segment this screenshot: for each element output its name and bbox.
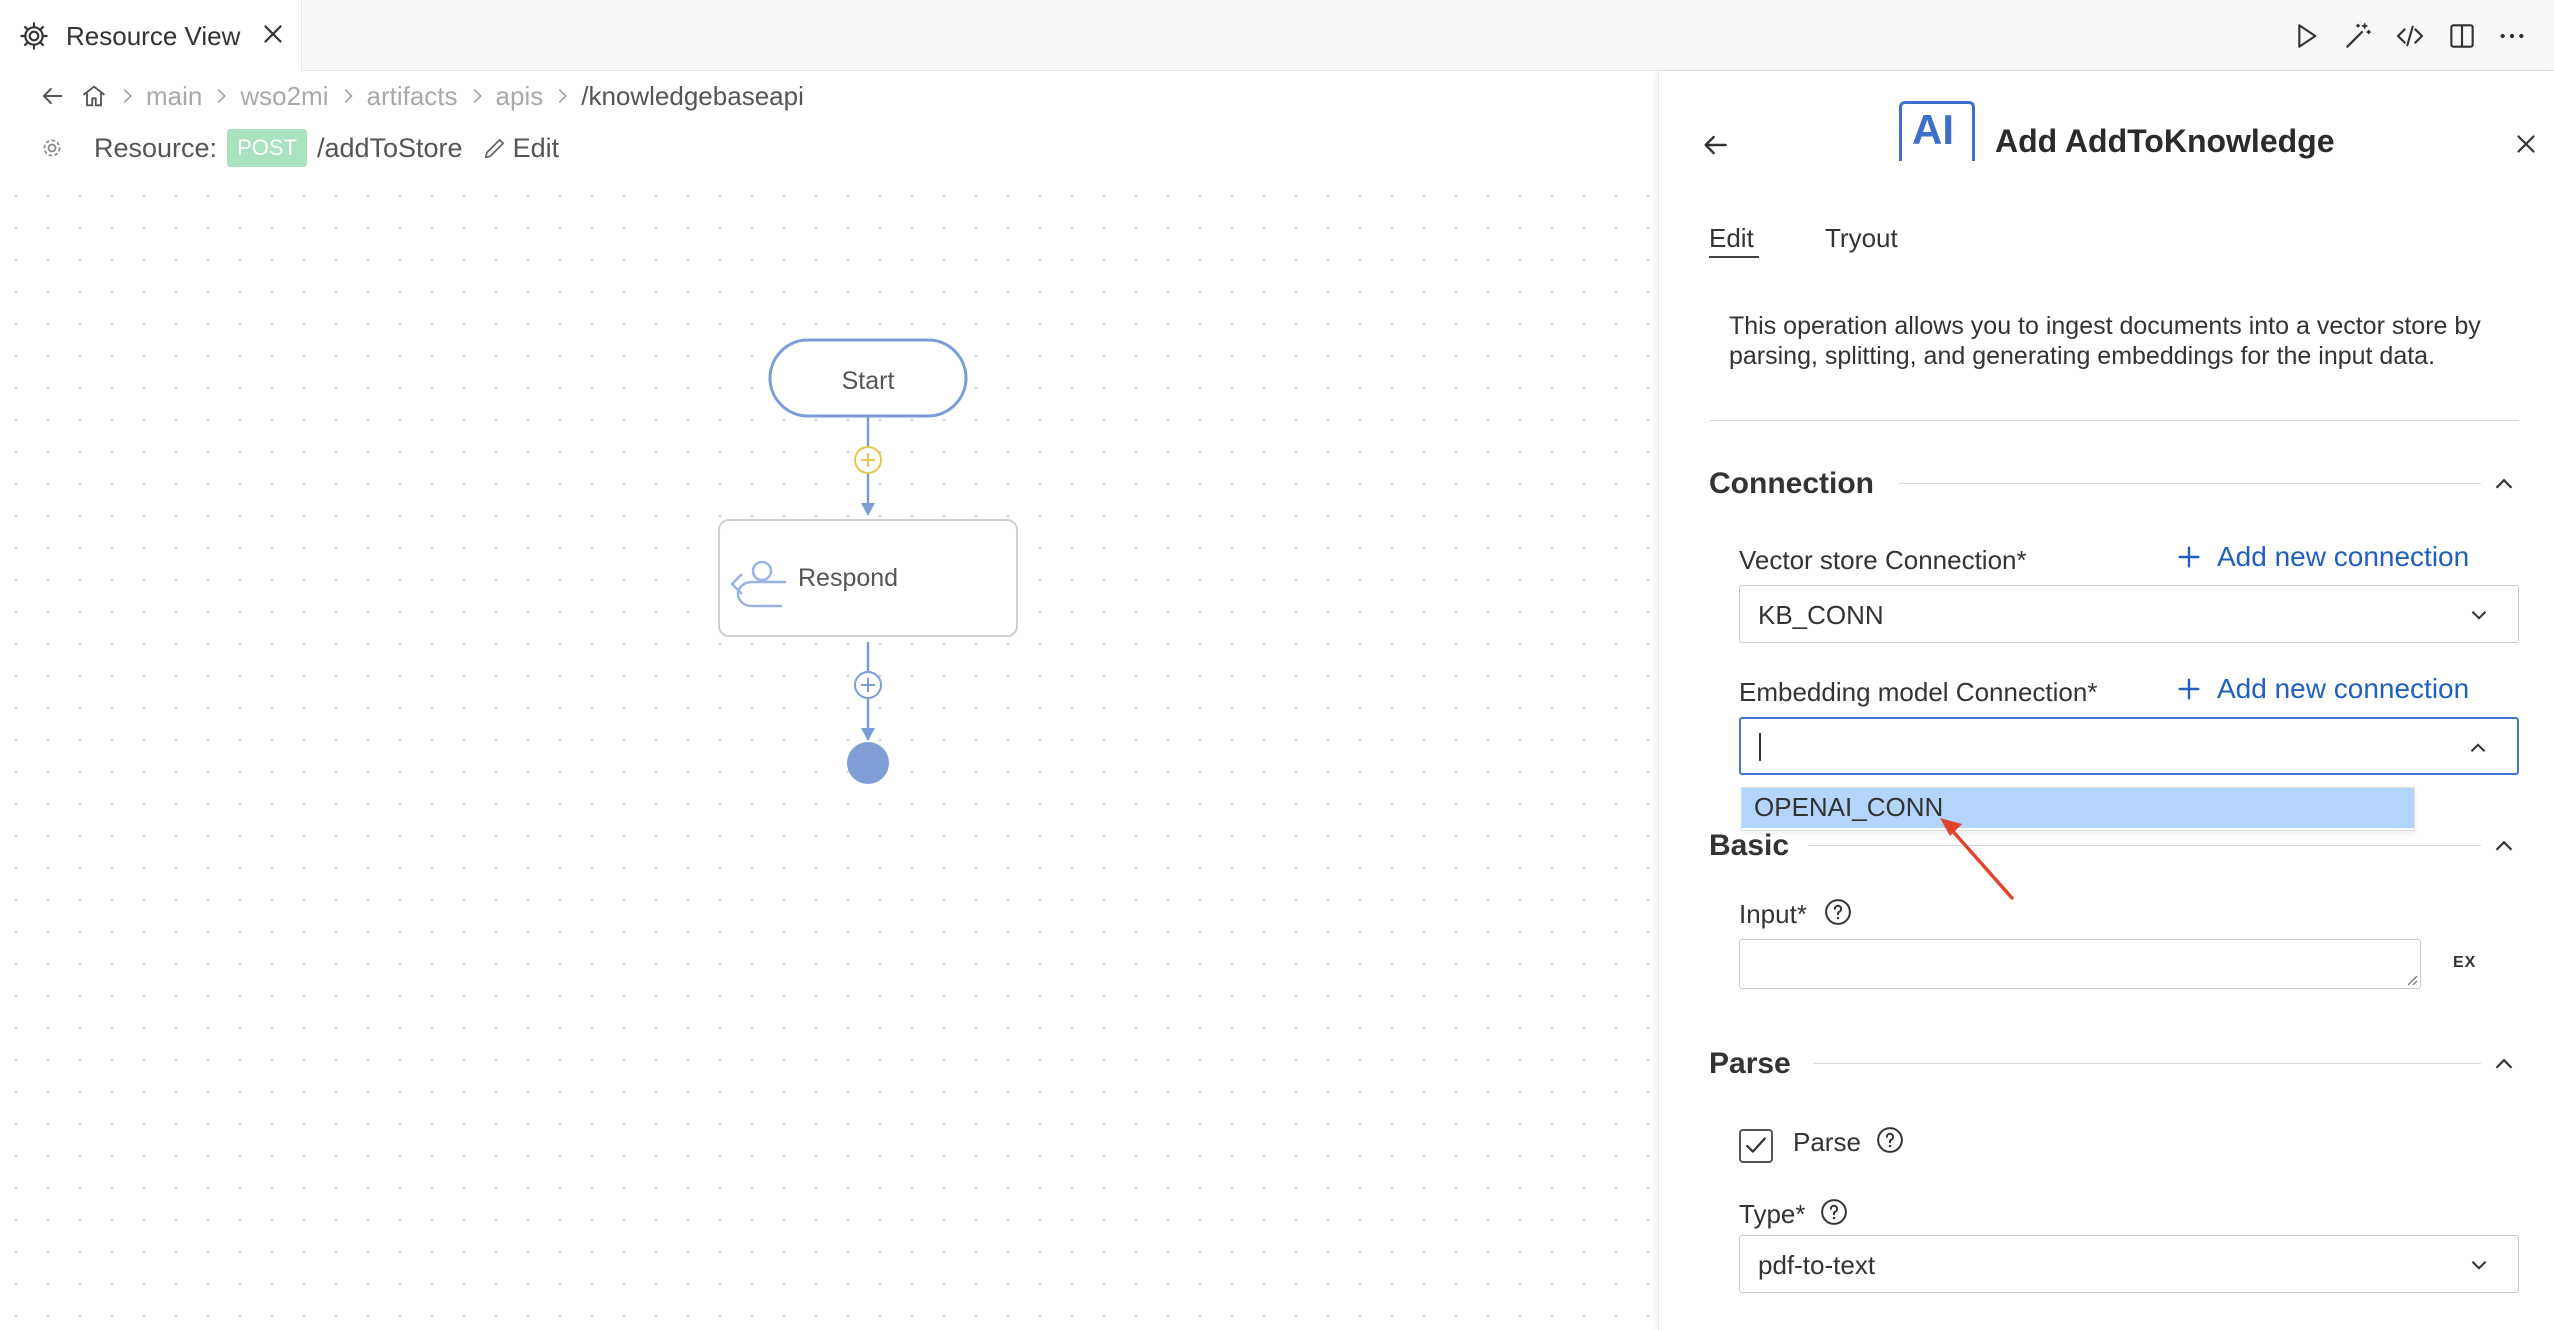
plus-icon: [2178, 678, 2200, 700]
gear-icon: [20, 22, 48, 50]
breadcrumb-item-artifacts[interactable]: artifacts: [367, 81, 458, 112]
tab-edit[interactable]: Edit: [1709, 223, 1754, 254]
resize-handle-icon[interactable]: [2404, 972, 2418, 986]
section-title-connection: Connection: [1709, 467, 1874, 500]
annotation-arrow-icon: [1940, 818, 2014, 900]
type-label: Type*: [1739, 1199, 1806, 1229]
breadcrumb-item-main[interactable]: main: [146, 81, 202, 112]
split-editor-icon[interactable]: [2446, 20, 2478, 52]
close-icon[interactable]: [2511, 129, 2541, 159]
expression-toggle-button[interactable]: EX: [2453, 954, 2476, 972]
section-title-basic: Basic: [1709, 829, 1790, 862]
help-icon[interactable]: [1819, 1197, 1849, 1227]
section-divider: [1813, 1063, 2481, 1064]
section-divider: [1899, 483, 2481, 484]
tab-tryout[interactable]: Tryout: [1825, 223, 1898, 254]
active-tab-indicator: [1709, 256, 1759, 258]
back-arrow-icon[interactable]: [38, 82, 66, 110]
pencil-icon[interactable]: [481, 134, 509, 162]
help-icon[interactable]: [1823, 897, 1853, 927]
divider: [1709, 420, 2519, 421]
resource-line: Resource: POST /addToStore Edit: [38, 128, 559, 168]
respond-label: Respond: [798, 564, 898, 592]
breadcrumb-item-knowledgebaseapi: /knowledgebaseapi: [581, 80, 804, 111]
chevron-right-icon: [123, 89, 132, 103]
dropdown-option-openai-conn[interactable]: OPENAI_CONN: [1742, 788, 2414, 828]
more-icon[interactable]: [2496, 20, 2528, 52]
close-icon[interactable]: [258, 19, 288, 49]
method-badge: POST: [227, 129, 307, 167]
plus-icon: [2178, 546, 2200, 568]
chevron-down-icon: [2471, 1261, 2487, 1270]
tab-label: Resource View: [66, 21, 241, 51]
embedding-model-connection-input[interactable]: [1739, 717, 2519, 775]
ai-logo-text: AI: [1912, 106, 1954, 153]
play-icon[interactable]: [2290, 20, 2322, 52]
chevron-down-icon: [2471, 611, 2487, 620]
chevron-up-icon[interactable]: [2489, 831, 2519, 861]
add-vector-store-connection-button[interactable]: Add new connection: [2173, 541, 2469, 573]
add-node-icon[interactable]: [854, 446, 882, 474]
add-node-icon[interactable]: [854, 671, 882, 699]
parse-checkbox[interactable]: [1739, 1129, 1773, 1163]
editor-tab-bar: Resource View: [0, 0, 2554, 72]
input-label: Input*: [1739, 899, 1807, 929]
chevron-right-icon: [473, 89, 482, 103]
breadcrumb-item-apis[interactable]: apis: [496, 81, 544, 112]
add-new-connection-label: Add new connection: [2217, 673, 2470, 704]
breadcrumb: main wso2mi artifacts apis /knowledgebas…: [38, 78, 804, 114]
breadcrumb-item-wso2mi[interactable]: wso2mi: [240, 81, 328, 112]
chevron-right-icon: [218, 89, 227, 103]
type-select[interactable]: pdf-to-text: [1739, 1235, 2519, 1293]
chevron-up-icon[interactable]: [2465, 735, 2491, 761]
gear-icon: [43, 139, 61, 157]
home-icon[interactable]: [80, 82, 108, 110]
end-node: [847, 742, 889, 784]
magic-wand-icon[interactable]: [2342, 20, 2374, 52]
vector-store-connection-value: KB_CONN: [1758, 600, 1884, 630]
chevron-up-icon[interactable]: [2489, 469, 2519, 499]
tab-resource-view[interactable]: Resource View: [0, 0, 302, 72]
chevron-right-icon: [344, 89, 353, 103]
diagram-canvas[interactable]: Start Respond: [0, 180, 1656, 1330]
side-panel: AI Add AddToKnowledge Edit Tryout This o…: [1658, 71, 2554, 1330]
start-label: Start: [842, 367, 895, 395]
text-cursor: [1759, 733, 1761, 761]
parse-label: Parse: [1793, 1127, 1861, 1157]
input-textarea[interactable]: [1739, 939, 2421, 989]
type-value: pdf-to-text: [1758, 1250, 1876, 1280]
vector-store-connection-label: Vector store Connection*: [1739, 545, 2027, 575]
code-icon[interactable]: [2394, 20, 2426, 52]
ai-logo-icon: AI: [1899, 101, 1975, 161]
chevron-up-icon[interactable]: [2489, 1049, 2519, 1079]
back-arrow-icon[interactable]: [1699, 129, 1731, 161]
section-divider: [1809, 845, 2481, 846]
checkmark-icon: [1746, 1137, 1766, 1153]
embedding-model-connection-label: Embedding model Connection*: [1739, 677, 2098, 707]
chevron-right-icon: [558, 89, 567, 103]
add-new-connection-label: Add new connection: [2217, 541, 2470, 572]
embedding-connection-dropdown: OPENAI_CONN: [1741, 787, 2415, 831]
add-embedding-connection-button[interactable]: Add new connection: [2173, 673, 2469, 705]
help-icon[interactable]: [1875, 1125, 1905, 1155]
resource-path: /addToStore: [316, 132, 463, 163]
edit-link[interactable]: Edit: [513, 133, 560, 164]
panel-title: Add AddToKnowledge: [1995, 123, 2335, 159]
operation-description: This operation allows you to ingest docu…: [1729, 312, 2481, 370]
resource-label: Resource:: [94, 132, 218, 163]
section-title-parse: Parse: [1709, 1047, 1791, 1080]
vector-store-connection-select[interactable]: KB_CONN: [1739, 585, 2519, 643]
